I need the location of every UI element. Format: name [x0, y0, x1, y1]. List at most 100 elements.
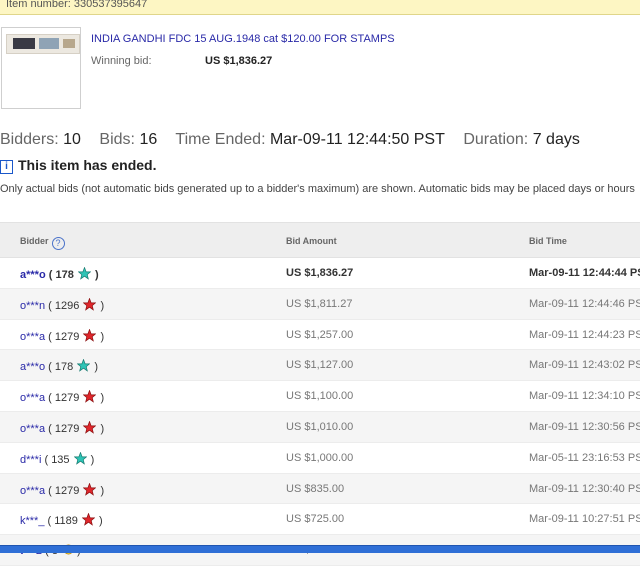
table-row: o***a ( 1279 ) US $1,010.00 Mar-09-11 12:3… [0, 411, 640, 443]
turquoise-star-icon[interactable] [76, 358, 91, 373]
bidder-name-link[interactable]: o***a [20, 423, 45, 435]
bidder-name-link[interactable]: a***o [20, 361, 45, 373]
feedback-open: ( [45, 361, 55, 374]
feedback-score-link[interactable]: 1279 [55, 485, 79, 497]
feedback-open: ( [45, 392, 55, 405]
table-row: k***_ ( 1189 ) US $725.00 Mar-09-11 10:27:… [0, 504, 640, 536]
bid-time-cell: Mar-09-11 12:44:46 PST [529, 297, 640, 310]
feedback-close: ) [87, 453, 95, 466]
bid-table-header: Bidder? Bid Amount Bid Time [0, 222, 640, 258]
red-star-icon[interactable] [82, 389, 97, 403]
bidder-cell: a***o ( 178 ) [20, 358, 99, 374]
bid-time-cell: Mar-09-11 12:43:02 PST [529, 359, 640, 372]
bid-table-body: a***o ( 178 ) US $1,836.27 Mar-09-11 12:44… [0, 258, 640, 566]
feedback-open: ( [45, 422, 55, 435]
red-star-icon[interactable] [82, 297, 97, 311]
bid-time-cell: Mar-09-11 12:44:23 PST [529, 328, 640, 341]
table-row: o***n ( 1296 ) US $1,811.27 Mar-09-11 12:4… [0, 288, 640, 320]
bidder-cell: o***a ( 1279 ) [20, 420, 105, 435]
feedback-close: ) [91, 269, 99, 281]
bidder-cell: a***o ( 178 ) [20, 266, 99, 281]
feedback-score-link[interactable]: 1279 [55, 392, 79, 404]
red-star-icon[interactable] [81, 512, 96, 527]
feedback-score-link[interactable]: 1279 [55, 331, 79, 343]
bid-amount-cell: US $725.00 [286, 513, 345, 526]
feedback-close: ) [97, 484, 105, 497]
bids-note: Only actual bids (not automatic bids gen… [0, 183, 635, 195]
feedback-close: ) [97, 422, 105, 435]
table-row: a***o ( 178 ) US $1,127.00 Mar-09-11 12:43… [0, 350, 640, 382]
feedback-open: ( [45, 269, 56, 281]
feedback-close: ) [95, 515, 103, 528]
bidder-header: Bidder? [20, 236, 65, 250]
item-ended-notice: i This item has ended. [0, 157, 156, 174]
red-star-icon[interactable] [82, 420, 97, 434]
bid-amount-cell: US $1,836.27 [286, 267, 354, 279]
bids-label: Bids: [99, 131, 135, 148]
bidder-name-link[interactable]: o***a [20, 485, 45, 497]
feedback-score-link[interactable]: 178 [55, 269, 73, 281]
feedback-open: ( [44, 515, 55, 528]
item-thumbnail[interactable] [1, 27, 81, 109]
red-star-icon[interactable] [82, 328, 97, 342]
item-title-link[interactable]: INDIA GANDHI FDC 15 AUG.1948 cat $120.00… [91, 33, 395, 45]
feedback-open: ( [45, 299, 55, 312]
bidder-header-label: Bidder [20, 236, 49, 246]
help-icon[interactable]: ? [51, 237, 65, 250]
time-ended-label: Time Ended: [175, 131, 266, 148]
feedback-score-link[interactable]: 178 [55, 361, 73, 373]
bid-amount-cell: US $1,100.00 [286, 390, 354, 403]
table-row: o***a ( 1279 ) US $1,257.00 Mar-09-11 12:4… [0, 320, 640, 351]
feedback-open: ( [45, 484, 55, 497]
bid-amount-cell: US $1,811.27 [286, 297, 353, 310]
time-header: Bid Time [529, 236, 567, 246]
feedback-score-link[interactable]: 1279 [55, 423, 79, 435]
bidder-cell: o***a ( 1279 ) [20, 389, 105, 405]
bid-amount-cell: US $1,257.00 [286, 328, 354, 341]
bids-value: 16 [139, 131, 158, 148]
bidder-name-link[interactable]: k***_ [20, 515, 44, 527]
auction-stats: Bidders: 10 Bids: 16 Time Ended: Mar-09-… [0, 131, 580, 149]
bidder-cell: d***i ( 135 ) [20, 451, 95, 466]
turquoise-star-icon[interactable] [73, 451, 88, 465]
bidder-name-link[interactable]: o***a [20, 392, 45, 404]
feedback-open: ( [41, 453, 52, 466]
red-star-icon[interactable] [82, 482, 97, 496]
feedback-close: ) [97, 299, 105, 312]
envelope-image [6, 34, 80, 54]
info-icon: i [0, 160, 13, 174]
bidder-name-link[interactable]: a***o [20, 269, 46, 281]
feedback-score-link[interactable]: 1296 [55, 300, 79, 312]
bid-time-cell: Mar-05-11 23:16:53 PST [529, 451, 640, 464]
bidder-name-link[interactable]: o***a [20, 331, 45, 343]
duration-value: 7 days [532, 131, 580, 148]
duration-label: Duration: [463, 131, 529, 148]
feedback-score-link[interactable]: 1189 [54, 515, 78, 527]
table-row: o***a ( 1279 ) US $1,100.00 Mar-09-11 12:3… [0, 381, 640, 412]
bid-amount-cell: US $1,010.00 [286, 420, 354, 433]
turquoise-star-icon[interactable] [77, 266, 92, 280]
ended-text: This item has ended. [18, 157, 157, 173]
bidder-cell: o***a ( 1279 ) [20, 482, 105, 497]
bidder-name-link[interactable]: d***i [20, 454, 41, 466]
feedback-close: ) [97, 392, 105, 405]
bid-amount-cell: US $1,000.00 [286, 451, 354, 464]
bid-time-cell: Mar-09-11 12:44:44 PST [529, 267, 640, 279]
feedback-score-link[interactable]: 135 [51, 454, 69, 466]
bidders-value: 10 [63, 131, 81, 148]
bid-time-cell: Mar-09-11 12:34:10 PST [529, 390, 640, 403]
item-number-bar: Item number: 330537395647 [0, 0, 640, 15]
bid-amount-cell: US $1,127.00 [286, 359, 354, 372]
table-row: d***i ( 135 ) US $1,000.00 Mar-05-11 23:16… [0, 443, 640, 474]
bid-time-cell: Mar-09-11 12:30:40 PST [529, 482, 640, 495]
item-number: Item number: 330537395647 [6, 0, 148, 10]
feedback-close: ) [97, 330, 105, 343]
table-row: o***a ( 1279 ) US $835.00 Mar-09-11 12:30:… [0, 473, 640, 505]
feedback-open: ( [45, 330, 55, 343]
winning-bid-label: Winning bid: [91, 55, 152, 67]
feedback-close: ) [91, 361, 99, 374]
table-row: a***o ( 178 ) US $1,836.27 Mar-09-11 12:44… [0, 258, 640, 289]
bid-time-cell: Mar-09-11 10:27:51 PST [529, 513, 640, 526]
amount-header: Bid Amount [286, 236, 337, 246]
bidder-name-link[interactable]: o***n [20, 300, 45, 312]
